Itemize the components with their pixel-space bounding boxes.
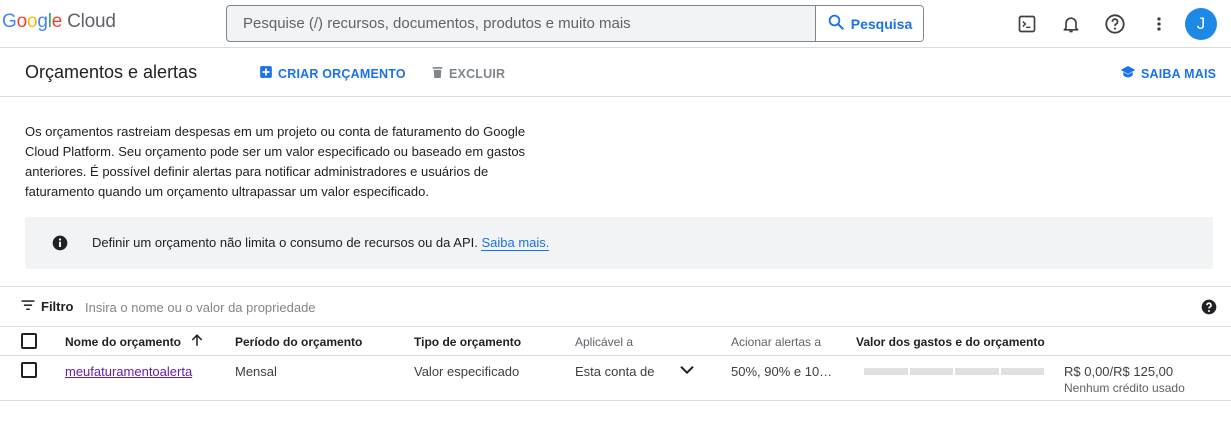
budget-applies: Esta conta de [575, 364, 655, 379]
budget-type: Valor especificado [414, 364, 520, 379]
help-icon[interactable] [1103, 12, 1127, 36]
info-learn-more-link[interactable]: Saiba mais. [481, 235, 550, 251]
column-help-icon[interactable] [1201, 299, 1217, 318]
column-header-alerts: Acionar alertas a [731, 335, 822, 349]
arrow-up-icon [190, 333, 204, 351]
column-header-spend: Valor dos gastos e do orçamento [856, 335, 1045, 349]
logo-cloud: Cloud [67, 11, 116, 32]
column-header-name[interactable]: Nome do orçamento [65, 333, 204, 351]
table-header: Nome do orçamento Período do orçamento T… [0, 327, 1231, 356]
row-checkbox[interactable] [21, 362, 37, 378]
info-icon [52, 235, 68, 254]
google-cloud-logo[interactable]: Google Cloud [2, 11, 116, 33]
search-button-label: Pesquisa [850, 15, 913, 32]
spend-amount: R$ 0,00/R$ 125,00 [1064, 364, 1174, 379]
progress-segment [909, 368, 953, 375]
search-icon [827, 13, 845, 34]
select-all-checkbox[interactable] [21, 333, 37, 349]
page-description: Os orçamentos rastreiam despesas em um p… [25, 124, 526, 199]
create-budget-label: CRIAR ORÇAMENTO [278, 66, 406, 81]
add-box-icon [259, 65, 273, 82]
school-icon [1120, 65, 1136, 82]
filter-bar: Filtro [0, 286, 1231, 327]
table-row: meufaturamentoalerta Mensal Valor especi… [0, 356, 1231, 401]
delete-label: EXCLUIR [449, 66, 506, 81]
search-box: Pesquisa [226, 5, 924, 42]
info-text-container: Definir um orçamento não limita o consum… [92, 235, 550, 251]
budget-period: Mensal [235, 364, 277, 379]
logo-google: Google [2, 11, 63, 32]
trash-icon [431, 65, 444, 82]
page-header: Orçamentos e alertas CRIAR ORÇAMENTO EXC… [0, 49, 1231, 97]
terminal-icon[interactable] [1015, 12, 1039, 36]
progress-segment [955, 368, 999, 375]
bell-icon[interactable] [1059, 12, 1083, 36]
progress-segment [1000, 368, 1044, 375]
credits-used: Nenhum crédito usado [1064, 381, 1185, 395]
more-vert-icon[interactable] [1147, 12, 1171, 36]
spend-progress-bar [864, 368, 1044, 375]
learn-more-button[interactable]: SAIBA MAIS [1120, 65, 1216, 82]
info-banner: Definir um orçamento não limita o consum… [25, 217, 1213, 269]
avatar[interactable]: J [1185, 8, 1217, 40]
create-budget-button[interactable]: CRIAR ORÇAMENTO [259, 65, 406, 82]
column-name-label: Nome do orçamento [65, 335, 182, 349]
filter-input[interactable] [80, 295, 680, 319]
top-bar: GoogleCloud Pesquisa J [0, 0, 1231, 48]
budget-alerts: 50%, 90% e 10… [731, 364, 833, 379]
filter-button[interactable]: Filtro [21, 299, 74, 314]
progress-segment [864, 368, 908, 375]
page-title: Orçamentos e alertas [25, 62, 198, 82]
column-header-period[interactable]: Período do orçamento [235, 335, 362, 349]
budget-name-link[interactable]: meufaturamentoalerta [65, 364, 192, 379]
column-header-applies: Aplicável a [575, 335, 634, 349]
column-header-type[interactable]: Tipo de orçamento [414, 335, 521, 349]
filter-icon [21, 299, 35, 314]
expand-more-icon[interactable] [679, 364, 695, 379]
search-input[interactable] [227, 6, 815, 41]
info-text: Definir um orçamento não limita o consum… [92, 235, 478, 250]
search-button[interactable]: Pesquisa [815, 6, 923, 41]
learn-more-label: SAIBA MAIS [1141, 66, 1217, 81]
filter-label: Filtro [41, 299, 74, 314]
delete-button[interactable]: EXCLUIR [431, 65, 505, 82]
